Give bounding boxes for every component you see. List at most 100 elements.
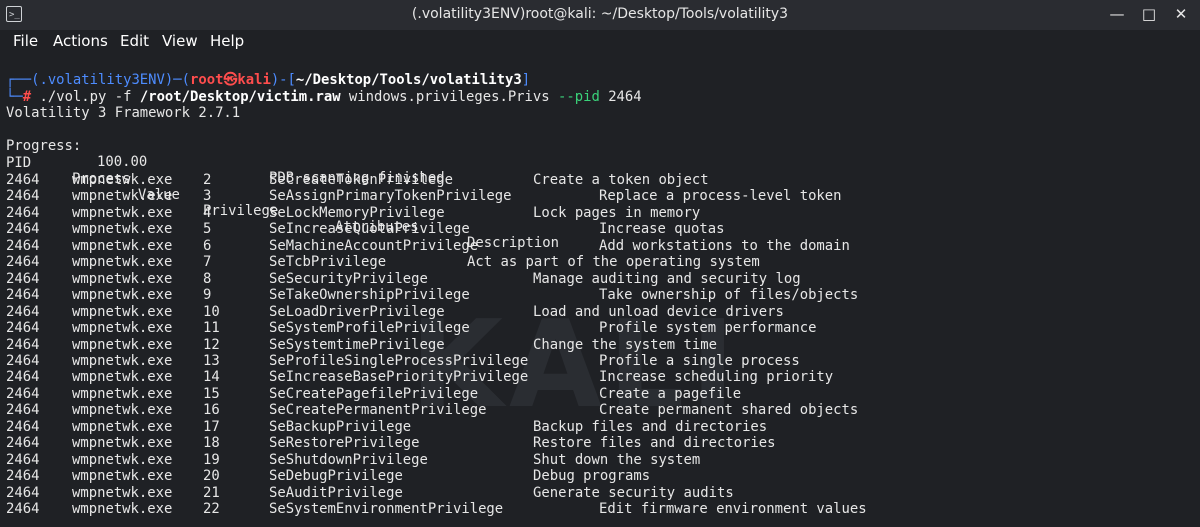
row-process: wmpnetwk.exe [72,204,173,221]
minimize-icon[interactable]: — [1108,4,1126,24]
row-privilege: SeCreatePagefilePrivilege [269,385,479,402]
row-description: Take ownership of files/objects [599,287,859,304]
row-process: wmpnetwk.exe [72,287,173,304]
row-pid: 2464 [6,270,40,287]
row-value: 3 [203,188,212,205]
table-row: 2464 wmpnetwk.exe 12 SeSystemtimePrivilege C… [6,337,1186,353]
table-row: 2464 wmpnetwk.exe 21 SeAuditPrivilege Genera… [6,485,1186,501]
row-privilege: SeSystemEnvironmentPrivilege [269,501,504,517]
command-arg: 2464 [599,89,642,105]
row-description: Shut down the system [533,451,701,468]
table-row: 2464 wmpnetwk.exe 5 SeIncreaseQuotaPrivileg… [6,221,1186,237]
row-value: 17 [203,418,220,435]
row-value: 9 [203,287,212,304]
menu-edit[interactable]: Edit [120,32,149,50]
header-pid: PID [6,155,32,171]
row-privilege: SeMachineAccountPrivilege [269,237,479,254]
table-row: 2464 wmpnetwk.exe 17 SeBackupPrivilege Backu… [6,419,1186,435]
row-description: Debug programs [533,468,651,485]
row-privilege: SeCreatePermanentPrivilege [269,402,487,419]
row-value: 2 [203,172,212,188]
row-value: 6 [203,237,212,254]
row-process: wmpnetwk.exe [72,221,173,238]
table-row: 2464 wmpnetwk.exe 14 SeIncreaseBasePriority… [6,369,1186,385]
terminal-output[interactable]: KALI ┌──(.volatility3ENV)─(root㉿kali)-[~… [0,56,1200,527]
row-value: 21 [203,484,220,501]
prompt-env: (.volatility3ENV) [31,72,174,88]
row-process: wmpnetwk.exe [72,270,173,287]
row-privilege: SeBackupPrivilege [269,418,412,435]
row-privilege: SeTakeOwnershipPrivilege [269,287,470,304]
row-pid: 2464 [6,418,40,435]
menu-file[interactable]: File [13,32,38,50]
window-title: (.volatility3ENV)root@kali: ~/Desktop/To… [411,6,789,22]
row-process: wmpnetwk.exe [72,484,173,501]
menu-view[interactable]: View [162,32,198,50]
row-privilege: SeTcbPrivilege [269,254,387,271]
row-description: Create a pagefile [599,385,742,402]
row-process: wmpnetwk.exe [72,468,173,485]
table-row: 2464 wmpnetwk.exe 15 SeCreatePagefilePrivil… [6,386,1186,402]
row-description: Profile a single process [599,352,800,369]
row-pid: 2464 [6,385,40,402]
row-pid: 2464 [6,468,40,485]
command-pre: ./vol.py -f [39,89,140,105]
row-process: wmpnetwk.exe [72,336,173,353]
row-pid: 2464 [6,402,40,419]
row-description: Create permanent shared objects [599,402,859,419]
row-description: Restore files and directories [533,435,776,452]
row-privilege: SeIncreaseQuotaPrivilege [269,221,470,238]
row-pid: 2464 [6,484,40,501]
row-value: 5 [203,221,212,238]
row-process: wmpnetwk.exe [72,303,173,320]
menu-help[interactable]: Help [210,32,244,50]
row-value: 15 [203,385,220,402]
table-row: 2464 wmpnetwk.exe 2 SeCreateTokenPrivilege C… [6,172,1186,188]
row-process: wmpnetwk.exe [72,501,173,517]
row-privilege: SeSystemtimePrivilege [269,336,445,353]
progress-value: 100.00 [97,154,148,170]
row-process: wmpnetwk.exe [72,254,173,271]
row-description: Edit firmware environment values [599,501,867,517]
close-icon[interactable]: ✕ [1172,4,1190,24]
row-pid: 2464 [6,369,40,386]
row-value: 18 [203,435,220,452]
row-privilege: SeShutdownPrivilege [269,451,428,468]
row-pid: 2464 [6,172,40,188]
row-value: 7 [203,254,212,271]
table-row: 2464 wmpnetwk.exe 4 SeLockMemoryPrivilege Lo… [6,205,1186,221]
progress-line: Progress: 100.00 PDB scanning finished [6,122,1186,186]
row-description: Add workstations to the domain [599,237,850,254]
table-row: 2464 wmpnetwk.exe 6 SeMachineAccountPrivile… [6,238,1186,254]
row-description: Increase scheduling priority [599,369,834,386]
row-privilege: SeSystemProfilePrivilege [269,320,470,337]
window-titlebar: >_ (.volatility3ENV)root@kali: ~/Desktop… [0,0,1200,30]
row-pid: 2464 [6,237,40,254]
row-value: 19 [203,451,220,468]
row-process: wmpnetwk.exe [72,237,173,254]
row-pid: 2464 [6,221,40,238]
menu-actions[interactable]: Actions [53,32,108,50]
row-process: wmpnetwk.exe [72,451,173,468]
table-row: 2464 wmpnetwk.exe 16 SeCreatePermanentPrivi… [6,402,1186,418]
row-value: 4 [203,204,212,221]
row-value: 22 [203,501,220,517]
prompt-at: ㉿ [223,72,238,88]
row-pid: 2464 [6,501,40,517]
row-pid: 2464 [6,303,40,320]
row-value: 8 [203,270,212,287]
row-value: 16 [203,402,220,419]
row-process: wmpnetwk.exe [72,352,173,369]
maximize-icon[interactable]: □ [1140,4,1158,24]
row-description: Load and unload device drivers [533,303,784,320]
command-line: └─# ./vol.py -f /root/Desktop/victim.raw… [6,89,642,105]
row-description: Change the system time [533,336,717,353]
row-process: wmpnetwk.exe [72,172,173,188]
row-privilege: SeLoadDriverPrivilege [269,303,445,320]
row-pid: 2464 [6,287,40,304]
command-file: /root/Desktop/victim.raw [139,89,341,105]
table-row: 2464 wmpnetwk.exe 22 SeSystemEnvironmentPri… [6,501,1186,517]
row-description: Replace a process-level token [599,188,842,205]
table-row: 2464 wmpnetwk.exe 18 SeRestorePrivilege Rest… [6,435,1186,451]
framework-version: Volatility 3 Framework 2.7.1 [6,105,241,121]
